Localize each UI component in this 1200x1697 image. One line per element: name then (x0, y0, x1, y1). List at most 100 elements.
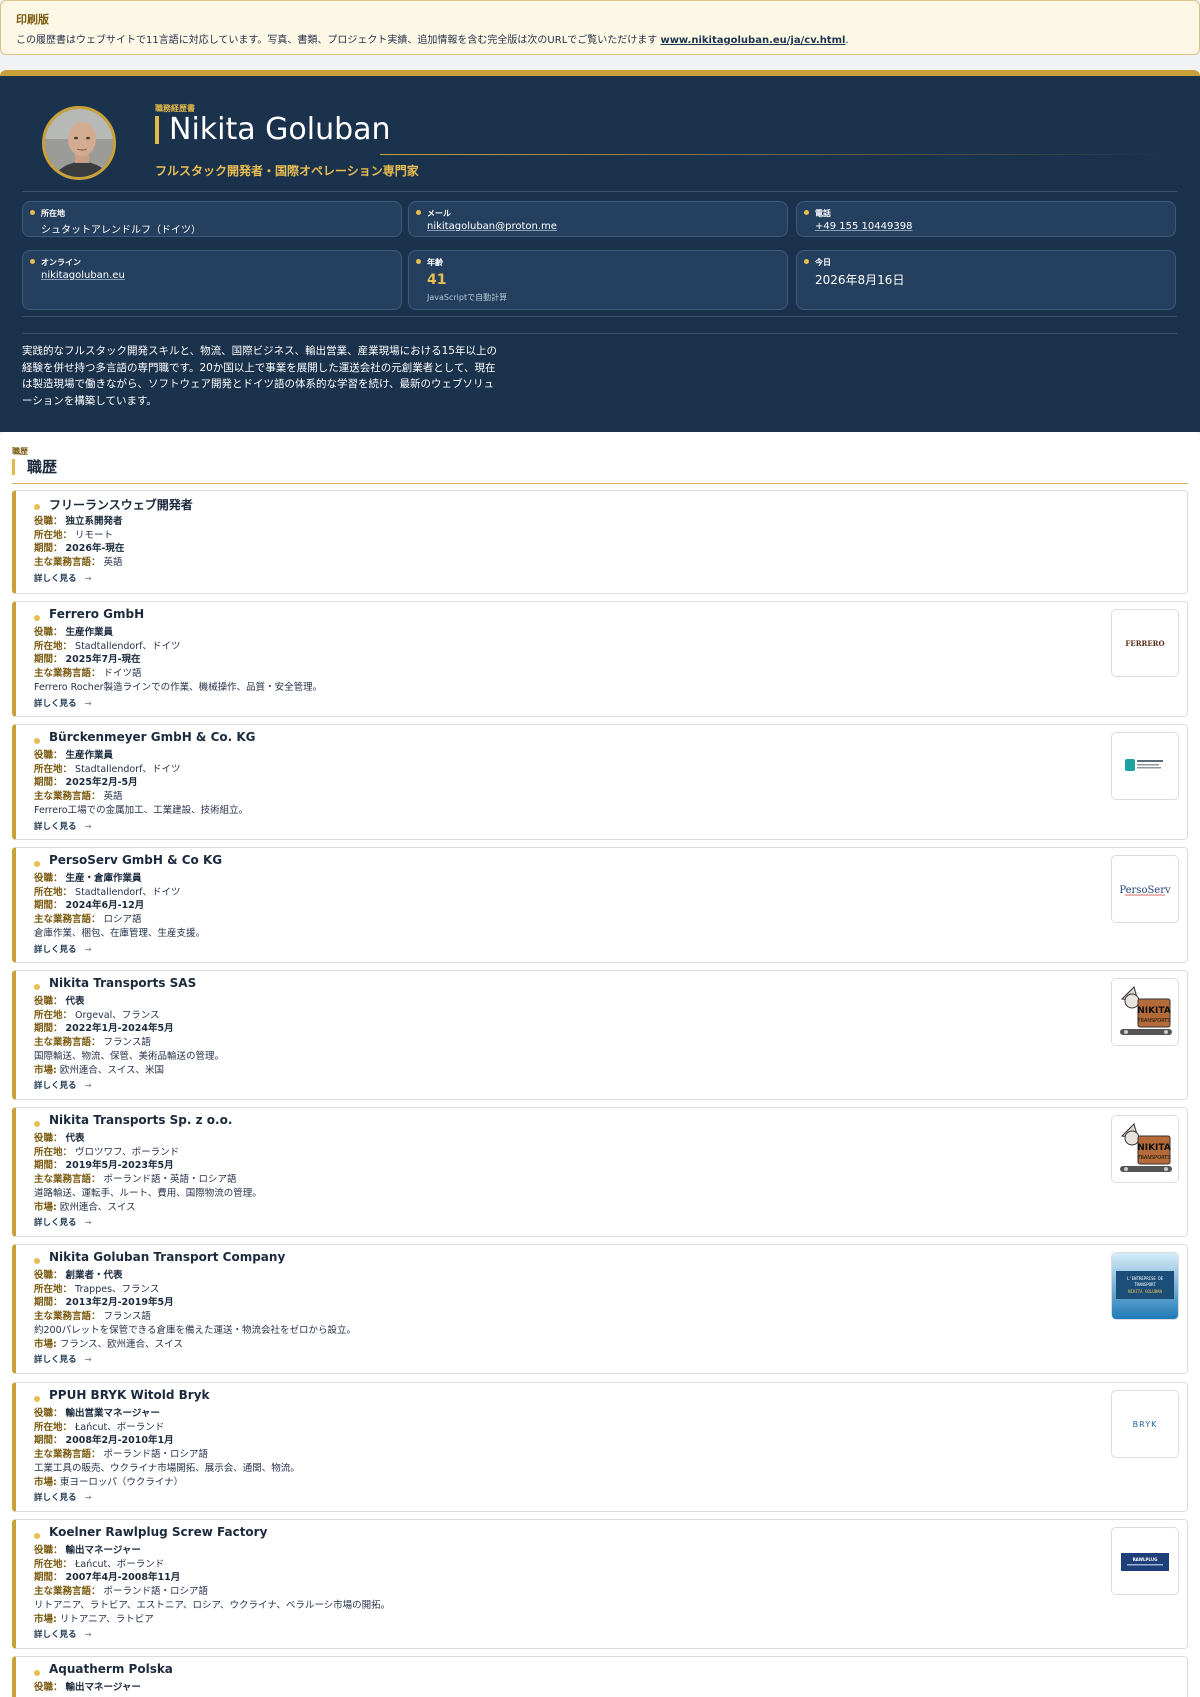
job-location-row: 所在地： Orgeval、フランス (34, 1009, 1034, 1023)
job-card: PPUH BRYK Witold Bryk 役職： 輸出営業マネージャー 所在地： … (12, 1382, 1188, 1512)
job-details: 役職： 代表 所在地： ヴロツワフ、ポーランド 期間： 2019年5月-2023年5… (34, 1132, 1034, 1228)
company-logo: NIKITA TRANSPORTS (1111, 1115, 1179, 1183)
job-details: 役職： 代表 所在地： Orgeval、フランス 期間： 2022年1月-2024年… (34, 995, 1034, 1091)
job-details: 役職： 輸出営業マネージャー 所在地： Łańcut、ポーランド 期間： 2008年… (34, 1407, 1034, 1503)
job-period-key: 期間： (34, 900, 63, 912)
email-link[interactable]: nikitagoluban@proton.me (427, 221, 769, 232)
details-link[interactable]: 詳しく見る → (34, 697, 1034, 709)
job-role: 輸出営業マネージャー (65, 1408, 160, 1419)
job-bullet-icon (34, 1533, 40, 1539)
svg-text:NIKITA GOLUBAN: NIKITA GOLUBAN (1128, 1289, 1162, 1294)
print-notice-body: この履歴書はウェブサイトで11言語に対応しています。写真、書類、プロジェクト実績… (16, 35, 661, 46)
job-location: Stadtallendorf、ドイツ (75, 886, 181, 898)
svg-text:TRANSPORT: TRANSPORT (1134, 1282, 1156, 1287)
job-language: ポーランド語・英語・ロシア語 (103, 1174, 237, 1186)
job-role-row: 役職： 輸出マネージャー (34, 1544, 1034, 1558)
job-location-key: 所在地： (34, 529, 73, 541)
job-role-row: 役職： 生産作業員 (34, 626, 1034, 640)
job-language-key: 主な業務言語： (34, 668, 101, 680)
details-link-label[interactable]: 詳しく見る (34, 822, 77, 832)
details-link-label[interactable]: 詳しく見る (34, 574, 77, 584)
details-link-label[interactable]: 詳しく見る (34, 1081, 77, 1091)
job-period: 2007年4月-2008年11月 (65, 1572, 181, 1584)
job-period-key: 期間： (34, 1160, 63, 1172)
job-language-key: 主な業務言語： (34, 791, 101, 803)
header-divider-top (22, 191, 1177, 192)
job-details: 役職： 生産・倉庫作業員 所在地： Stadtallendorf、ドイツ 期間： 2… (34, 872, 1034, 955)
svg-text:FERRERO: FERRERO (1125, 639, 1164, 648)
job-location: Orgeval、フランス (75, 1009, 160, 1021)
location-card: 所在地 シュタットアレンドルフ（ドイツ） (22, 201, 402, 237)
details-link[interactable]: 詳しく見る → (34, 1216, 1034, 1228)
job-location-row: 所在地： Trappes、フランス (34, 1283, 1034, 1297)
job-role-row: 役職： 代表 (34, 1132, 1034, 1146)
details-link-label[interactable]: 詳しく見る (34, 945, 77, 955)
job-period-key: 期間： (34, 777, 63, 789)
details-link[interactable]: 詳しく見る → (34, 1079, 1034, 1091)
print-notice-title: 印刷版 (16, 13, 49, 26)
job-bullet-icon (34, 1121, 40, 1127)
phone-bullet-icon (804, 210, 809, 215)
job-company: Nikita Goluban Transport Company (49, 1250, 286, 1264)
details-link[interactable]: 詳しく見る → (34, 572, 1034, 584)
details-link[interactable]: 詳しく見る → (34, 820, 1034, 832)
job-location-key: 所在地： (34, 1421, 73, 1433)
job-period-row: 期間： 2025年2月-5月 (34, 776, 1034, 790)
job-language-key: 主な業務言語： (34, 914, 101, 926)
print-notice-end: . (845, 35, 849, 46)
svg-text:BRYK: BRYK (1133, 1420, 1158, 1429)
details-link[interactable]: 詳しく見る → (34, 1491, 1034, 1503)
job-language-row: 主な業務言語： 英語 (34, 556, 1034, 570)
job-market-key: 市場: (34, 1613, 57, 1625)
details-link-label[interactable]: 詳しく見る (34, 1493, 77, 1503)
profile-header: 職務経歴書 Nikita Goluban フルスタック開発者・国際オペレーション… (0, 76, 1200, 432)
job-role-key: 役職： (34, 1408, 63, 1419)
job-language-row: 主な業務言語： ポーランド語・ロシア語 (34, 1585, 1034, 1599)
job-location-key: 所在地： (34, 1146, 73, 1158)
details-link[interactable]: 詳しく見る → (34, 1628, 1034, 1640)
phone-link[interactable]: +49 155 10449398 (815, 221, 1157, 232)
job-language-row: 主な業務言語： フランス語 (34, 1036, 1034, 1050)
job-period-row: 期間： 2025年7月-現在 (34, 653, 1034, 667)
details-link-label[interactable]: 詳しく見る (34, 1218, 77, 1228)
job-language-key: 主な業務言語： (34, 557, 101, 569)
arrow-right-icon: → (84, 944, 92, 955)
job-role-row: 役職： 創業者・代表 (34, 1269, 1034, 1283)
job-location: Stadtallendorf、ドイツ (75, 640, 181, 652)
job-role-row: 役職： 独立系開発者 (34, 515, 1034, 529)
section-heading: 職歴 (12, 459, 57, 475)
job-location: リモート (75, 529, 114, 541)
details-link-label[interactable]: 詳しく見る (34, 699, 77, 709)
details-link[interactable]: 詳しく見る → (34, 943, 1034, 955)
print-notice-text: この履歴書はウェブサイトで11言語に対応しています。写真、書類、プロジェクト実績… (16, 31, 1184, 46)
website-link[interactable]: nikitagoluban.eu (41, 270, 383, 281)
job-period-row: 期間： 2026年-現在 (34, 542, 1034, 556)
job-role-key: 役職： (34, 1133, 63, 1144)
online-card: オンライン nikitagoluban.eu (22, 250, 402, 310)
svg-text:NIKITA: NIKITA (1137, 1143, 1171, 1153)
job-location-key: 所在地： (34, 1283, 73, 1295)
section-title: 職歴 (27, 458, 58, 476)
job-company: Nikita Transports Sp. z o.o. (49, 1113, 233, 1127)
job-bullet-icon (34, 615, 40, 621)
location-value: シュタットアレンドルフ（ドイツ） (41, 225, 201, 236)
job-description: リトアニア、ラトビア、エストニア、ロシア、ウクライナ、ベラルーシ市場の開拓。 (34, 1599, 391, 1611)
details-link-label[interactable]: 詳しく見る (34, 1355, 77, 1365)
job-language: ポーランド語・ロシア語 (103, 1586, 209, 1598)
company-logo: RAWLPLUG (1111, 1527, 1179, 1595)
details-link-label[interactable]: 詳しく見る (34, 1630, 77, 1640)
job-role-key: 役職： (34, 516, 63, 527)
job-location-row: 所在地： Stadtallendorf、ドイツ (34, 640, 1034, 654)
job-card: Nikita Transports SAS 役職： 代表 所在地： Orgeval、… (12, 970, 1188, 1100)
job-market-key: 市場: (34, 1201, 57, 1213)
job-role: 創業者・代表 (65, 1270, 123, 1281)
job-market-row: 市場: 欧州連合、スイス、米国 (34, 1064, 1034, 1078)
job-role-row: 役職： 生産作業員 (34, 749, 1034, 763)
job-location-key: 所在地： (34, 1009, 73, 1021)
phone-card: 電話 +49 155 10449398 (796, 201, 1176, 237)
details-link[interactable]: 詳しく見る → (34, 1353, 1034, 1365)
cv-url-link[interactable]: www.nikitagoluban.eu/ja/cv.html (660, 35, 845, 46)
print-notice: 印刷版 この履歴書はウェブサイトで11言語に対応しています。写真、書類、プロジェ… (0, 0, 1200, 55)
job-description: 約200パレットを保管できる倉庫を備えた運送・物流会社をゼロから設立。 (34, 1324, 356, 1336)
job-role: 代表 (65, 996, 85, 1007)
